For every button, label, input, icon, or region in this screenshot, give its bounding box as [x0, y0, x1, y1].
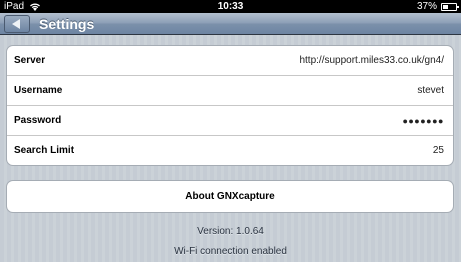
server-field[interactable]: http://support.miles33.co.uk/gn4/ — [299, 55, 444, 66]
clock: 10:33 — [217, 1, 244, 12]
status-bar: iPad 10:33 37% — [0, 0, 461, 13]
setting-label: Search Limit — [14, 145, 75, 156]
setting-label: Password — [14, 115, 62, 126]
settings-group: Server http://support.miles33.co.uk/gn4/… — [6, 45, 454, 166]
password-field[interactable]: ●●●●●●● — [402, 116, 444, 126]
setting-row-username[interactable]: Username stevet — [7, 76, 453, 106]
navigation-bar: Settings — [0, 13, 461, 35]
setting-row-server[interactable]: Server http://support.miles33.co.uk/gn4/ — [7, 46, 453, 76]
search-limit-field[interactable]: 25 — [433, 145, 444, 156]
page-title: Settings — [39, 16, 95, 32]
version-text: Version: 1.0.64 — [197, 226, 264, 237]
battery-percent: 37% — [416, 1, 437, 12]
back-button[interactable] — [4, 15, 30, 33]
username-field[interactable]: stevet — [417, 85, 444, 96]
back-arrow-icon — [12, 19, 20, 29]
wifi-status-text: Wi-Fi connection enabled — [174, 246, 287, 257]
setting-row-password[interactable]: Password ●●●●●●● — [7, 106, 453, 136]
setting-label: Server — [14, 55, 46, 66]
battery-icon — [441, 3, 459, 11]
about-button[interactable]: About GNXcapture — [6, 180, 454, 213]
setting-row-search-limit[interactable]: Search Limit 25 — [7, 136, 453, 165]
setting-label: Username — [14, 85, 63, 96]
